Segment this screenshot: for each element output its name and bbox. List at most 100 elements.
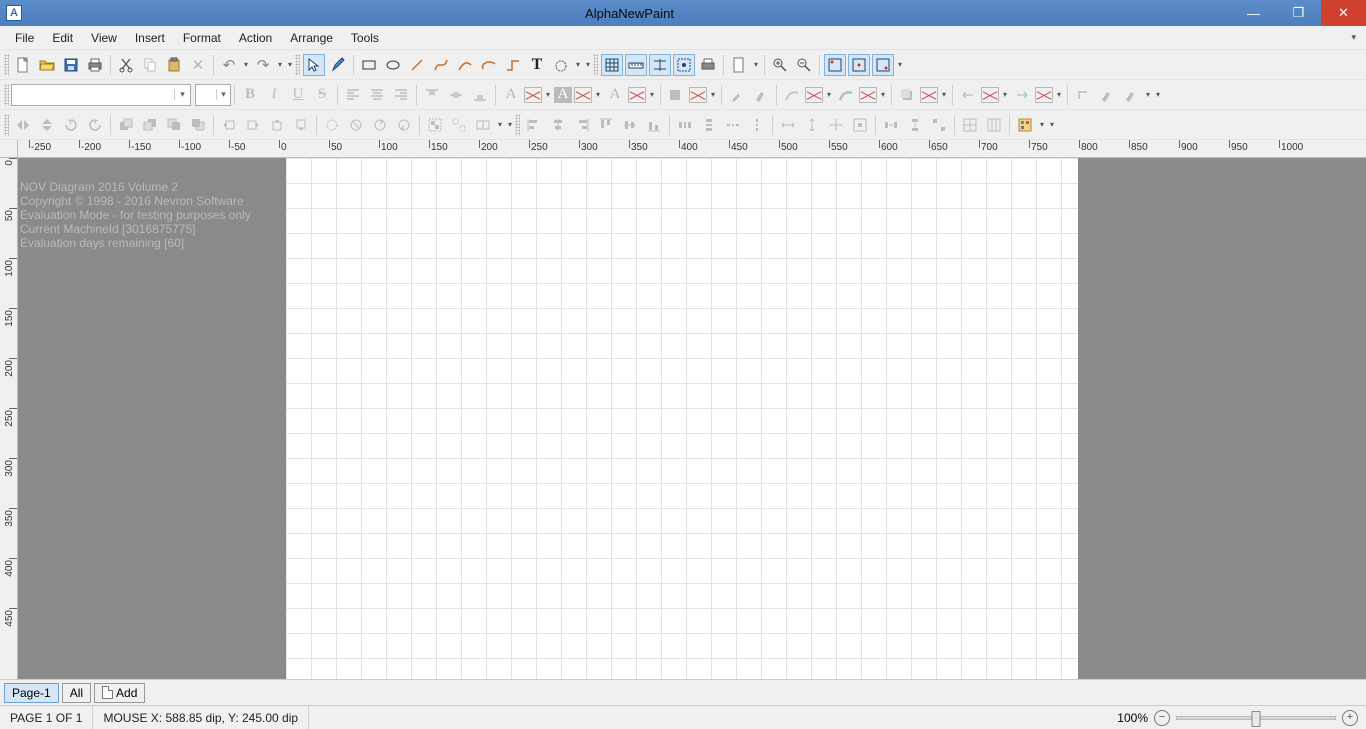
zoom-in-button[interactable] [769,54,791,76]
undo-button[interactable]: ↶ [218,54,240,76]
reverse-path-button[interactable] [393,114,415,136]
paintbrush-button[interactable] [750,84,772,106]
outline-letter-button[interactable]: A [604,84,626,106]
elliptical-arc-tool-button[interactable] [478,54,500,76]
size-height-button[interactable] [801,114,823,136]
table-button[interactable] [959,114,981,136]
shadow-button[interactable] [896,84,918,106]
undo-dropdown-icon[interactable]: ▾ [241,60,251,69]
align-right-button[interactable] [390,84,412,106]
pointer-tool-button[interactable] [303,54,325,76]
connector-tool-button[interactable] [502,54,524,76]
bold-button[interactable]: B [239,84,261,106]
align-centers-v-button[interactable] [547,114,569,136]
center-page-button[interactable] [849,114,871,136]
valign-top-button[interactable] [421,84,443,106]
tools-dropdown-icon[interactable]: ▾ [573,60,583,69]
bring-forward-button[interactable] [139,114,161,136]
menu-view[interactable]: View [82,28,126,48]
copy-button[interactable] [139,54,161,76]
horizontal-ruler[interactable]: -250-200-150-100-50050100150200250300350… [18,140,1366,158]
arr-start-dropdown-icon[interactable]: ▾ [1000,90,1010,99]
convert-curve-button[interactable] [321,114,343,136]
arr-end-dropdown-icon[interactable]: ▾ [1054,90,1064,99]
font-color-dropdown-icon[interactable]: ▾ [543,90,553,99]
font-size-combo[interactable]: ▾ [195,84,231,106]
open-button[interactable] [36,54,58,76]
toolbar-grip[interactable] [4,54,9,76]
toolbar-grip[interactable] [593,54,598,76]
corner-button[interactable] [1072,84,1094,106]
toolbar-grip[interactable] [515,114,520,136]
group-dropdown-icon[interactable]: ▾ [495,120,505,129]
convert-line-button[interactable] [345,114,367,136]
strikethrough-button[interactable]: S [311,84,333,106]
redo-button[interactable]: ↷ [252,54,274,76]
flip-v-button[interactable] [36,114,58,136]
new-button[interactable] [12,54,34,76]
nudge-right-button[interactable] [242,114,264,136]
italic-button[interactable]: I [263,84,285,106]
menu-file[interactable]: File [6,28,43,48]
save-button[interactable] [60,54,82,76]
cut-button[interactable] [115,54,137,76]
line-nocolor-icon[interactable] [805,87,823,103]
size-both-button[interactable] [825,114,847,136]
tab-add[interactable]: Add [94,683,145,703]
grid-button[interactable] [601,54,623,76]
fill-button[interactable] [665,84,687,106]
space-both-button[interactable] [928,114,950,136]
outline-dropdown-icon[interactable]: ▾ [647,90,657,99]
toolbar-overflow-icon[interactable]: ▾ [505,120,515,129]
paste-style-button[interactable] [1120,84,1142,106]
highlight-button[interactable]: A [554,87,572,103]
arr-end-button[interactable] [1011,84,1033,106]
shadow-nocolor-icon[interactable] [920,87,938,103]
rotate-cw-button[interactable] [84,114,106,136]
compose-button[interactable] [472,114,494,136]
delete-button[interactable]: ✕ [187,54,209,76]
dist-v-button[interactable] [698,114,720,136]
rotate-path-button[interactable] [369,114,391,136]
guidelines-button[interactable] [649,54,671,76]
ungroup-button[interactable] [448,114,470,136]
arr-end-nocolor-icon[interactable] [1035,87,1053,103]
page-dropdown-icon[interactable]: ▾ [751,60,761,69]
pencil-tool-button[interactable] [327,54,349,76]
zoom-in-button[interactable]: + [1342,710,1358,726]
dist-h-space-button[interactable] [722,114,744,136]
paste-button[interactable] [163,54,185,76]
arr-start-button[interactable] [957,84,979,106]
snap-to-grid-button[interactable] [824,54,846,76]
eyedropper-button[interactable] [726,84,748,106]
toolbar-overflow-icon[interactable]: ▾ [1047,120,1057,129]
font-family-combo[interactable]: ▾ [11,84,191,106]
nudge-up-button[interactable] [266,114,288,136]
align-right-edges-button[interactable] [571,114,593,136]
line-dropdown-icon[interactable]: ▾ [824,90,834,99]
align-centers-h-button[interactable] [619,114,641,136]
valign-middle-button[interactable] [445,84,467,106]
layout-preset-button[interactable] [1014,114,1036,136]
tab-all[interactable]: All [62,683,91,703]
menu-tools[interactable]: Tools [342,28,388,48]
menu-edit[interactable]: Edit [43,28,82,48]
size-width-button[interactable] [777,114,799,136]
toolbar-overflow-icon[interactable]: ▾ [583,60,593,69]
align-left-button[interactable] [342,84,364,106]
snap-dropdown-icon[interactable]: ▾ [895,60,905,69]
vertical-ruler[interactable]: 050100150200250300350400450 [0,158,18,679]
align-top-edges-button[interactable] [595,114,617,136]
table-cols-button[interactable] [983,114,1005,136]
bring-front-button[interactable] [115,114,137,136]
menu-action[interactable]: Action [230,28,281,48]
layout-dropdown-icon[interactable]: ▾ [1037,120,1047,129]
menu-arrange[interactable]: Arrange [281,28,342,48]
nudge-down-button[interactable] [290,114,312,136]
bezier-tool-button[interactable] [430,54,452,76]
tab-page-1[interactable]: Page-1 [4,683,59,703]
zoom-out-button[interactable] [793,54,815,76]
outline-nocolor-icon[interactable] [628,87,646,103]
menu-format[interactable]: Format [174,28,230,48]
minimize-button[interactable]: — [1231,0,1276,26]
